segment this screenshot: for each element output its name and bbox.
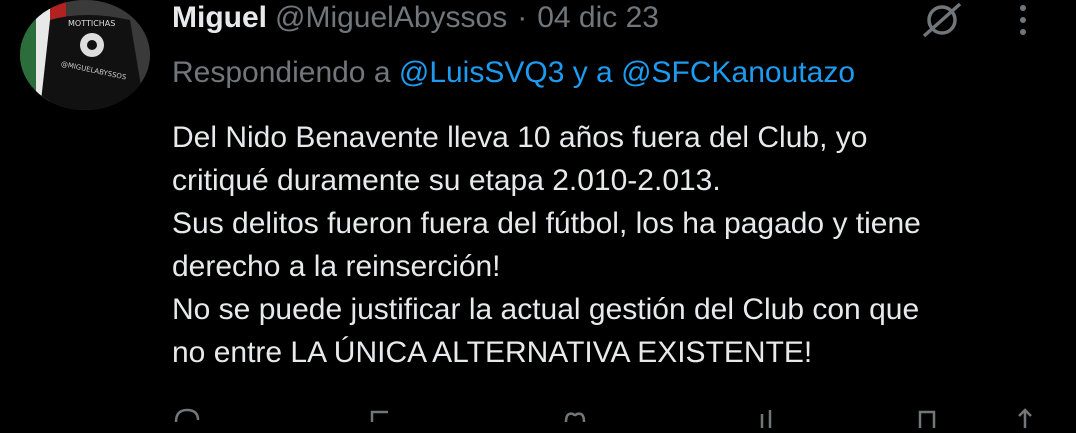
avatar-shirt-text: MOTTICHAS bbox=[68, 19, 115, 28]
mention-connector[interactable]: y a bbox=[564, 56, 621, 89]
tweet-text: Del Nido Benavente lleva 10 años fuera d… bbox=[172, 116, 1052, 374]
avatar[interactable]: MOTTICHAS @MIGUELABYSSOS bbox=[20, 0, 150, 110]
tweet-text-line: no entre LA ÚNICA ALTERNATIVA EXISTENTE! bbox=[172, 336, 813, 369]
reply-icon[interactable] bbox=[172, 408, 202, 428]
bookmark-icon[interactable] bbox=[912, 408, 942, 428]
author-display-name[interactable]: Miguel bbox=[172, 1, 267, 35]
tweet-text-line: derecho a la reinserción! bbox=[172, 250, 501, 283]
tweet-text-line: critiqué duramente su etapa 2.010-2.013. bbox=[172, 164, 721, 197]
heart-icon[interactable] bbox=[560, 408, 590, 428]
author-handle[interactable]: @MiguelAbyssos bbox=[275, 1, 507, 35]
replying-to: Respondiendo a @LuisSVQ3 y a @SFCKanouta… bbox=[172, 56, 855, 90]
grok-icon[interactable] bbox=[920, 0, 966, 40]
views-icon[interactable] bbox=[756, 408, 786, 428]
action-bar bbox=[172, 408, 1042, 428]
more-dots-icon[interactable] bbox=[1008, 0, 1038, 40]
mention-link-2[interactable]: @SFCKanoutazo bbox=[621, 56, 855, 89]
retweet-icon[interactable] bbox=[368, 408, 398, 428]
tweet: MOTTICHAS @MIGUELABYSSOS Miguel @MiguelA… bbox=[0, 0, 1076, 428]
separator-dot: · bbox=[517, 1, 528, 34]
tweet-text-line: Del Nido Benavente lleva 10 años fuera d… bbox=[172, 121, 868, 154]
tweet-header: Miguel @MiguelAbyssos · 04 dic 23 bbox=[172, 0, 659, 36]
mention-link-1[interactable]: @LuisSVQ3 bbox=[399, 56, 565, 89]
share-icon[interactable] bbox=[1010, 408, 1040, 428]
tweet-text-line: Sus delitos fueron fuera del fútbol, los… bbox=[172, 207, 921, 240]
tweet-text-line: No se puede justificar la actual gestión… bbox=[172, 293, 920, 326]
replying-to-prefix: Respondiendo a bbox=[172, 56, 399, 89]
tweet-date[interactable]: 04 dic 23 bbox=[537, 1, 659, 35]
